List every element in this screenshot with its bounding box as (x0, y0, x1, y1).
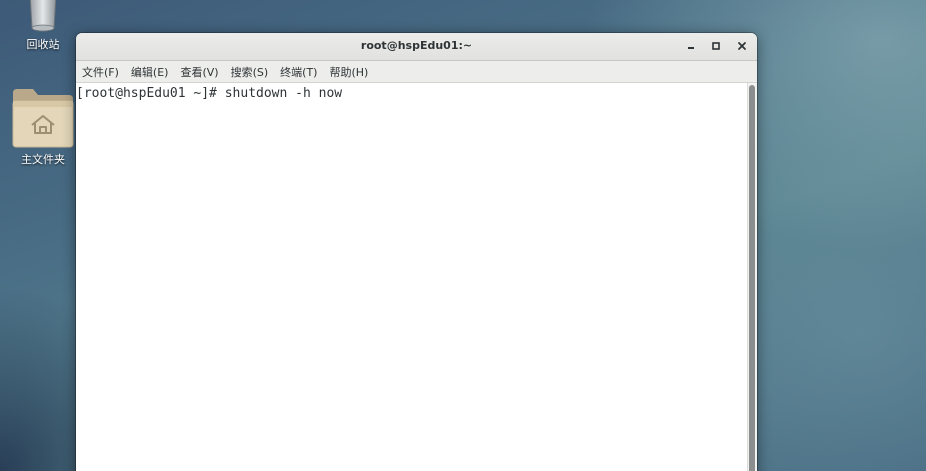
home-folder-label: 主文件夹 (21, 153, 65, 166)
desktop: 回收站 主文件夹 root@hspEdu01:~ 文件(F) 编辑(E) 查看(… (0, 0, 926, 471)
terminal-prompt: [root@hspEdu01 ~]# (76, 86, 225, 101)
menu-file[interactable]: 文件(F) (82, 64, 119, 80)
maximize-icon (712, 42, 720, 50)
window-title: root@hspEdu01:~ (360, 39, 473, 52)
desktop-icon-home-folder[interactable]: 主文件夹 (8, 87, 78, 167)
minimize-icon (688, 47, 694, 49)
trash-label: 回收站 (26, 38, 60, 51)
menubar: 文件(F) 编辑(E) 查看(V) 搜索(S) 终端(T) 帮助(H) (76, 61, 757, 83)
trash-icon (29, 0, 57, 32)
home-folder-icon (12, 89, 74, 148)
terminal-scrollbar[interactable] (747, 83, 757, 471)
menu-search[interactable]: 搜索(S) (231, 64, 269, 80)
menu-help[interactable]: 帮助(H) (329, 64, 368, 80)
window-titlebar[interactable]: root@hspEdu01:~ (76, 33, 757, 61)
menu-edit[interactable]: 编辑(E) (131, 64, 169, 80)
terminal-window: root@hspEdu01:~ 文件(F) 编辑(E) 查看(V) 搜索(S) … (76, 33, 757, 471)
menu-view[interactable]: 查看(V) (180, 64, 218, 80)
desktop-icon-trash[interactable]: 回收站 (8, 0, 78, 52)
close-button[interactable] (734, 38, 750, 54)
menu-terminal[interactable]: 终端(T) (280, 64, 317, 80)
terminal-line: [root@hspEdu01 ~]# shutdown -h now (76, 86, 342, 101)
maximize-button[interactable] (708, 38, 724, 54)
scrollbar-thumb[interactable] (749, 85, 755, 471)
terminal-area[interactable]: [root@hspEdu01 ~]# shutdown -h now (76, 83, 757, 471)
close-icon (738, 42, 746, 50)
minimize-button[interactable] (683, 38, 699, 54)
terminal-command: shutdown -h now (224, 86, 343, 101)
